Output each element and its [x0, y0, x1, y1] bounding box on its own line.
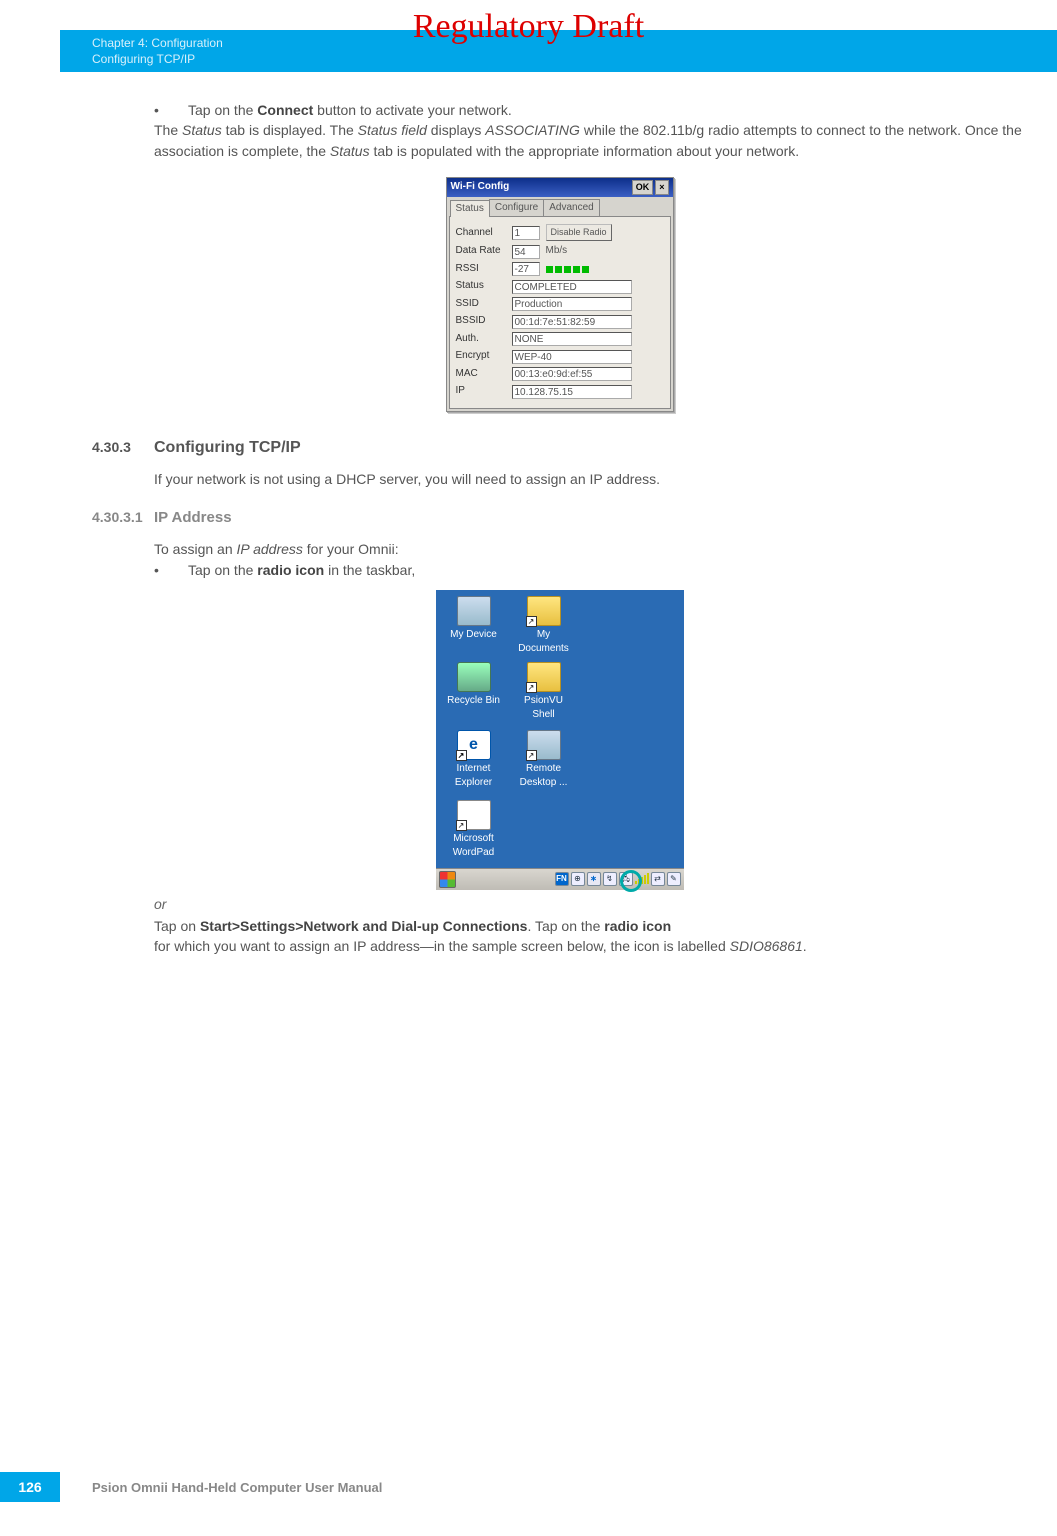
close-button[interactable]: ×: [655, 180, 668, 195]
tray-icon[interactable]: ⊕: [571, 872, 585, 886]
value-status: COMPLETED: [512, 280, 632, 294]
desktop-screenshot: My Device ↗My Documents Recycle Bin ↗Psi…: [436, 590, 684, 890]
wifi-tabs: Status Configure Advanced: [447, 199, 673, 217]
status-paragraph: The Status tab is displayed. The Status …: [154, 120, 1027, 161]
bullet-radio-icon: • Tap on the radio icon in the taskbar,: [154, 560, 1027, 580]
bullet-text: Tap on the Connect button to activate yo…: [188, 100, 512, 120]
icon-remote-desktop[interactable]: ↗Remote Desktop ...: [512, 730, 576, 791]
page-content: • Tap on the Connect button to activate …: [92, 100, 1027, 957]
icon-microsoft-wordpad[interactable]: ↗Microsoft WordPad: [442, 800, 506, 861]
wifi-titlebar: Wi-Fi Config OK ×: [447, 178, 673, 197]
unit-datarate: Mb/s: [546, 244, 568, 259]
value-encrypt: WEP-40: [512, 350, 632, 364]
ok-button[interactable]: OK: [632, 180, 654, 195]
tray-icon[interactable]: ↯: [603, 872, 617, 886]
tab-status[interactable]: Status: [450, 200, 490, 218]
signal-icon: [546, 266, 589, 273]
label-mac: MAC: [456, 367, 512, 382]
bullet-dot: •: [154, 100, 188, 120]
bullet-dot: •: [154, 560, 188, 580]
wifi-title-text: Wi-Fi Config: [451, 180, 630, 195]
label-ssid: SSID: [456, 297, 512, 312]
fn-indicator-icon[interactable]: FN: [555, 872, 569, 886]
footer-text: Psion Omnii Hand-Held Computer User Manu…: [92, 1480, 382, 1495]
value-bssid: 00:1d:7e:51:82:59: [512, 315, 632, 329]
icon-my-device[interactable]: My Device: [442, 596, 506, 643]
icon-recycle-bin[interactable]: Recycle Bin: [442, 662, 506, 709]
bullet-connect: • Tap on the Connect button to activate …: [154, 100, 1027, 120]
tray-icon[interactable]: ⇄: [651, 872, 665, 886]
wifi-body: Channel1 Disable Radio Data Rate54 Mb/s RS…: [449, 216, 671, 409]
value-datarate: 54: [512, 245, 540, 259]
ip-intro: To assign an IP address for your Omnii:: [154, 539, 1027, 559]
value-mac: 00:13:e0:9d:ef:55: [512, 367, 632, 381]
highlight-circle: [620, 870, 642, 892]
tab-advanced[interactable]: Advanced: [543, 199, 599, 217]
label-status: Status: [456, 279, 512, 294]
icon-psionvu-shell[interactable]: ↗PsionVU Shell: [512, 662, 576, 723]
watermark: Regulatory Draft: [0, 8, 1057, 46]
label-bssid: BSSID: [456, 314, 512, 329]
or-text: or: [154, 894, 1027, 914]
tab-configure[interactable]: Configure: [489, 199, 544, 217]
disable-radio-button[interactable]: Disable Radio: [546, 224, 612, 241]
page-number: 126: [0, 1472, 60, 1502]
bluetooth-icon[interactable]: ∗: [587, 872, 601, 886]
heading-4-30-3: 4.30.3 Configuring TCP/IP: [92, 436, 1027, 459]
tray-icon[interactable]: ✎: [667, 872, 681, 886]
header-line2: Configuring TCP/IP: [92, 52, 1057, 68]
heading-num: 4.30.3: [92, 437, 154, 457]
label-ip: IP: [456, 384, 512, 399]
label-channel: Channel: [456, 226, 512, 241]
label-datarate: Data Rate: [456, 244, 512, 259]
value-rssi: -27: [512, 262, 540, 276]
heading-4-30-3-1: 4.30.3.1 IP Address: [92, 507, 1027, 529]
heading-text: IP Address: [154, 507, 232, 529]
system-tray: FN ⊕ ∗ ↯ 🖧 ⇄ ✎: [555, 872, 681, 886]
icon-internet-explorer[interactable]: e↗Internet Explorer: [442, 730, 506, 791]
value-ip: 10.128.75.15: [512, 385, 632, 399]
wifi-config-window: Wi-Fi Config OK × Status Configure Advan…: [446, 177, 674, 412]
bullet-text: Tap on the radio icon in the taskbar,: [188, 560, 415, 580]
value-ssid: Production: [512, 297, 632, 311]
label-encrypt: Encrypt: [456, 349, 512, 364]
page-footer: 126 Psion Omnii Hand-Held Computer User …: [0, 1472, 382, 1502]
icon-my-documents[interactable]: ↗My Documents: [512, 596, 576, 657]
value-auth: NONE: [512, 332, 632, 346]
start-button[interactable]: [439, 871, 456, 888]
label-rssi: RSSI: [456, 262, 512, 277]
dhcp-paragraph: If your network is not using a DHCP serv…: [154, 469, 1027, 489]
heading-num: 4.30.3.1: [92, 507, 154, 527]
start-settings-paragraph: Tap on Start>Settings>Network and Dial-u…: [154, 916, 1027, 957]
value-channel: 1: [512, 226, 540, 240]
heading-text: Configuring TCP/IP: [154, 436, 301, 459]
taskbar: FN ⊕ ∗ ↯ 🖧 ⇄ ✎: [436, 868, 684, 890]
label-auth: Auth.: [456, 332, 512, 347]
